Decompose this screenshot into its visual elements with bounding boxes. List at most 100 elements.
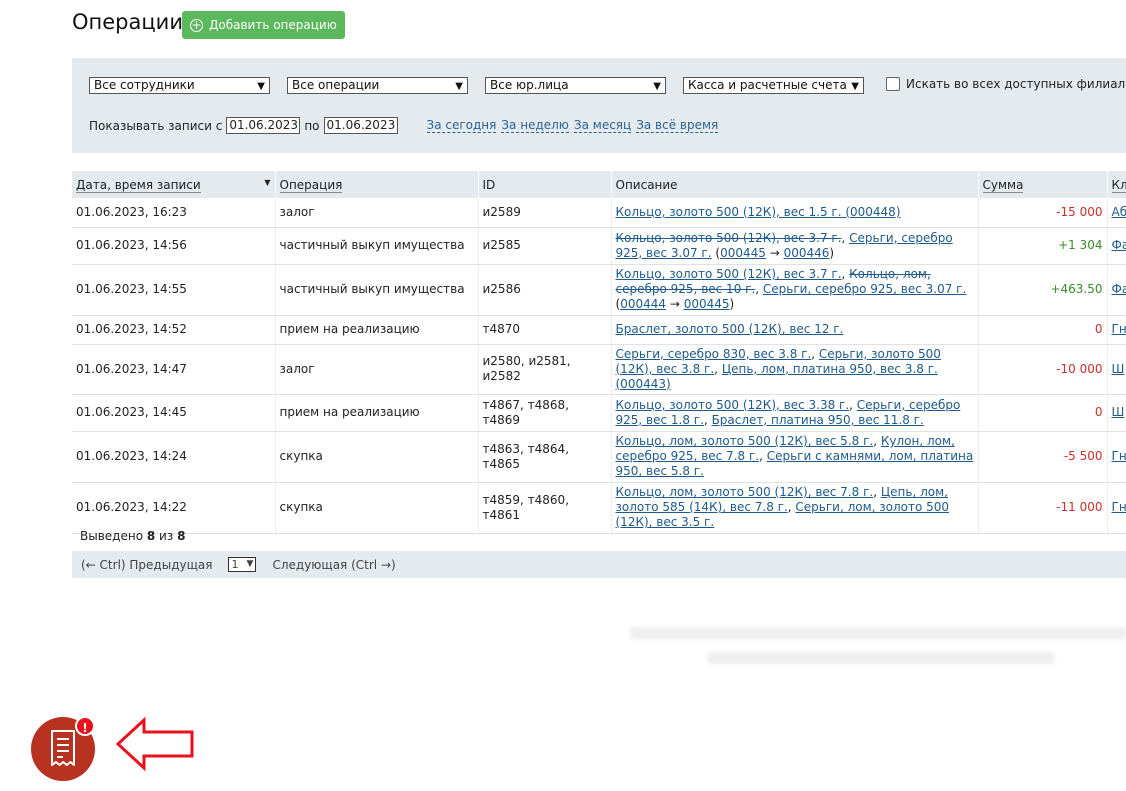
table-row: 01.06.2023, 16:23 залог и2589 Кольцо, золот…	[72, 198, 1126, 228]
description-separator: )	[829, 245, 835, 260]
all-branches-option[interactable]: Искать во всех доступных филиалах	[886, 77, 1126, 91]
period-today-link[interactable]: За сегодня	[426, 118, 497, 133]
item-link[interactable]: Серьги, серебро 925, вес 3.07 г.	[763, 282, 966, 296]
legal-entity-select[interactable]: Все юр.лица ▼	[485, 77, 666, 94]
item-link[interactable]: Кольцо, золото 500 (12К), вес 1.5 г. (00…	[616, 205, 901, 219]
row-description: Кольцо, золото 500 (12К), вес 3.7 г., Се…	[611, 227, 979, 265]
row-operation: скупка	[275, 431, 479, 483]
client-link[interactable]: Гн	[1112, 449, 1126, 463]
client-link[interactable]: Ш	[1112, 362, 1125, 376]
item-link[interactable]: Браслет, золото 500 (12К), вес 12 г.	[616, 322, 844, 336]
row-id: т4870	[478, 315, 612, 345]
row-sum: +463.50	[978, 264, 1108, 316]
row-client: Гн	[1107, 431, 1126, 483]
all-branches-label: Искать во всех доступных филиалах	[906, 77, 1126, 91]
account-select[interactable]: Касса и расчетные счета ▼	[683, 77, 864, 94]
blurred-footer-text	[630, 627, 1126, 639]
row-operation: частичный выкуп имущества	[275, 227, 479, 265]
period-month-link[interactable]: За месяц	[573, 118, 632, 133]
column-header-client[interactable]: Кл	[1107, 171, 1126, 198]
table-header-row: Дата, время записи ▼ Операция ID Описание…	[72, 171, 1126, 198]
date-to-label: по	[304, 118, 320, 133]
date-from-input[interactable]: 01.06.2023	[226, 117, 301, 134]
row-operation: частичный выкуп имущества	[275, 264, 479, 316]
item-link[interactable]: Серьги, серебро 830, вес 3.8 г.	[616, 347, 812, 361]
column-header-date[interactable]: Дата, время записи ▼	[72, 171, 276, 198]
item-link[interactable]: 000444	[620, 297, 666, 311]
records-shown-count: 8	[146, 529, 156, 543]
operations-table: Дата, время записи ▼ Операция ID Описание…	[72, 171, 1126, 534]
row-operation: скупка	[275, 482, 479, 534]
row-description: Кольцо, золото 500 (12К), вес 1.5 г. (00…	[611, 198, 979, 228]
row-id: т4859, т4860, т4861	[478, 482, 612, 534]
notification-badge: !	[75, 716, 95, 736]
client-link[interactable]: Ш	[1112, 405, 1125, 419]
client-link[interactable]: Фа	[1112, 282, 1126, 296]
item-link[interactable]: Браслет, платина 950, вес 11.8 г.	[712, 413, 924, 427]
row-date: 01.06.2023, 14:55	[72, 264, 276, 316]
operation-select[interactable]: Все операции ▼	[287, 77, 468, 94]
add-operation-button[interactable]: + Добавить операцию	[182, 11, 345, 39]
item-link[interactable]: 000445	[720, 246, 766, 260]
row-id: и2586	[478, 264, 612, 316]
all-branches-checkbox[interactable]	[886, 77, 900, 91]
column-header-sum-label: Сумма	[982, 177, 1024, 193]
item-link[interactable]: Кольцо, золото 500 (12К), вес 3.7 г.	[616, 231, 842, 245]
row-client: Гн	[1107, 482, 1126, 534]
filter-panel: Все сотрудники ▼ Все операции ▼ Все юр.л…	[72, 58, 1126, 153]
table-row: 01.06.2023, 14:22 скупка т4859, т4860, т48…	[72, 482, 1126, 534]
item-link[interactable]: 000445	[684, 297, 730, 311]
row-id: и2589	[478, 198, 612, 228]
client-link[interactable]: Аб	[1112, 205, 1126, 219]
employee-select[interactable]: Все сотрудники ▼	[89, 77, 270, 94]
chevron-down-icon: ▼	[653, 81, 661, 92]
table-row: 01.06.2023, 14:24 скупка т4863, т4864, т48…	[72, 431, 1126, 483]
next-page-button[interactable]: Следующая (Ctrl →)	[272, 558, 395, 572]
table-row: 01.06.2023, 14:47 залог и2580, и2581, и258…	[72, 344, 1126, 395]
column-header-sum[interactable]: Сумма	[978, 171, 1108, 198]
client-link[interactable]: Гн	[1112, 322, 1126, 336]
row-id: т4867, т4868, т4869	[478, 394, 612, 432]
row-operation: залог	[275, 198, 479, 228]
date-to-input[interactable]: 01.06.2023	[323, 117, 398, 134]
item-link[interactable]: Кольцо, золото 500 (12К), вес 3.38 г.	[616, 398, 850, 412]
prev-page-button[interactable]: (← Ctrl) Предыдущая	[81, 558, 212, 572]
row-client: Гн	[1107, 315, 1126, 345]
description-separator: ,	[841, 267, 850, 281]
row-sum: +1 304	[978, 227, 1108, 265]
row-description: Кольцо, лом, золото 500 (12К), вес 7.8 г…	[611, 482, 979, 534]
row-client: Ш	[1107, 344, 1126, 395]
item-link[interactable]: Кольцо, лом, золото 500 (12К), вес 5.8 г…	[616, 434, 874, 448]
table-row: 01.06.2023, 14:45 прием на реализацию т486…	[72, 394, 1126, 432]
row-description: Кольцо, золото 500 (12К), вес 3.38 г., С…	[611, 394, 979, 432]
column-header-date-label: Дата, время записи	[76, 177, 201, 193]
row-id: и2585	[478, 227, 612, 265]
blurred-footer-text	[708, 652, 1054, 664]
operations-table-body: 01.06.2023, 16:23 залог и2589 Кольцо, золот…	[72, 198, 1126, 534]
item-link[interactable]: 000446	[784, 246, 830, 260]
legal-entity-select-value: Все юр.лица	[490, 78, 569, 92]
sort-desc-icon: ▼	[264, 177, 271, 187]
row-date: 01.06.2023, 14:52	[72, 315, 276, 345]
description-separator: ,	[703, 412, 712, 427]
date-range-row: Показывать записи с 01.06.2023 по 01.06.…	[89, 117, 719, 134]
period-all-time-link[interactable]: За всё время	[636, 118, 719, 133]
column-header-description: Описание	[611, 171, 979, 198]
client-link[interactable]: Гн	[1112, 500, 1126, 514]
period-week-link[interactable]: За неделю	[501, 118, 569, 133]
plus-circle-icon: +	[190, 18, 203, 32]
item-link[interactable]: Кольцо, лом, золото 500 (12К), вес 7.8 г…	[616, 485, 874, 499]
row-date: 01.06.2023, 14:45	[72, 394, 276, 432]
employee-select-value: Все сотрудники	[94, 78, 195, 92]
column-header-operation[interactable]: Операция	[275, 171, 479, 198]
description-separator: ,	[841, 230, 850, 245]
page-select[interactable]: 1 ▼	[228, 557, 257, 572]
row-description: Кольцо, золото 500 (12К), вес 3.7 г., Ко…	[611, 264, 979, 316]
row-sum: -15 000	[978, 198, 1108, 228]
row-client: Фа	[1107, 264, 1126, 316]
item-link[interactable]: Кольцо, золото 500 (12К), вес 3.7 г.	[616, 267, 842, 281]
description-separator: →	[765, 245, 784, 260]
row-sum: -5 500	[978, 431, 1108, 483]
column-header-description-label: Описание	[615, 177, 678, 192]
client-link[interactable]: Фа	[1112, 238, 1126, 252]
